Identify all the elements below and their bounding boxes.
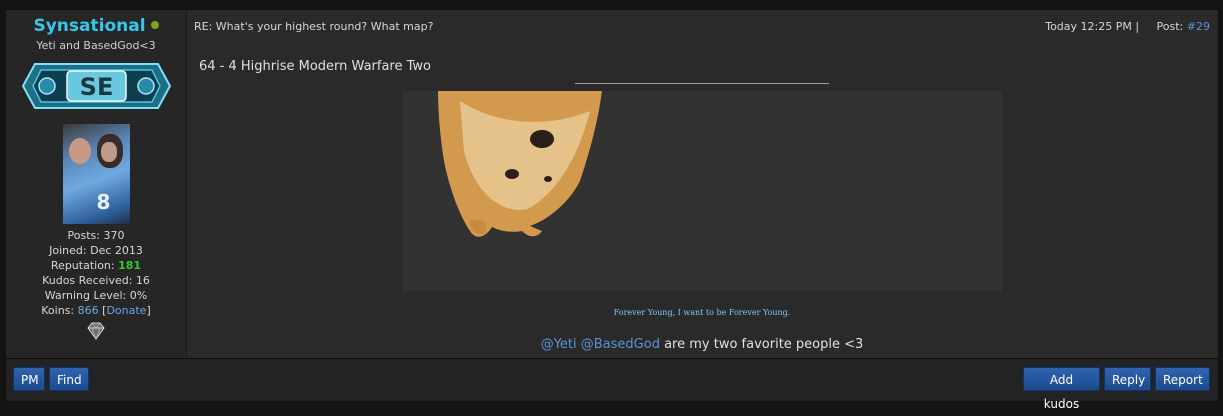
find-button[interactable]: Find xyxy=(49,367,89,391)
stat-kudos: Kudos Received: 16 xyxy=(42,274,150,287)
post-footer: PM Find Add kudos Reply Report xyxy=(6,358,1218,411)
post-date: Today 12:25 PM xyxy=(1045,20,1132,33)
stat-warning: Warning Level: 0% xyxy=(44,289,148,302)
forum-post: Synsational Yeti and BasedGod<3 SE 8 Pos… xyxy=(5,9,1219,411)
pm-button[interactable]: PM xyxy=(13,367,45,391)
post-meta: Today 12:25 PM | Post: #29 xyxy=(1045,20,1210,33)
mention-line: @Yeti @BasedGod are my two favorite peop… xyxy=(402,337,1002,352)
online-status-icon xyxy=(150,21,159,29)
kudos-count: 16 xyxy=(135,274,150,287)
signature-divider xyxy=(575,83,829,84)
group-badge-icon: SE xyxy=(21,63,171,109)
mention-text: are my two favorite people <3 xyxy=(664,337,864,352)
signature-image xyxy=(402,91,1002,291)
user-title: Yeti and BasedGod<3 xyxy=(36,39,156,52)
stat-koins: Koins: 866 [Donate] xyxy=(41,304,151,317)
avatar[interactable]: 8 xyxy=(62,124,130,224)
joined-date: Dec 2013 xyxy=(90,244,143,257)
reply-button[interactable]: Reply xyxy=(1104,367,1151,391)
mention-basedgod-link[interactable]: @BasedGod xyxy=(581,337,660,352)
username-row: Synsational xyxy=(6,16,186,38)
diamond-icon xyxy=(87,322,105,341)
report-button[interactable]: Report xyxy=(1155,367,1210,391)
username-link[interactable]: Synsational xyxy=(33,16,145,36)
user-stats: Posts: 370 Joined: Dec 2013 Reputation: … xyxy=(6,228,186,318)
stat-posts: Posts: 370 xyxy=(67,229,125,242)
reputation-value[interactable]: 181 xyxy=(118,259,141,272)
koins-value[interactable]: 866 xyxy=(78,304,99,317)
post-content: RE: What's your highest round? What map?… xyxy=(187,10,1218,358)
donate-link[interactable]: Donate xyxy=(106,304,146,317)
add-kudos-button[interactable]: Add kudos xyxy=(1023,367,1100,411)
stat-joined: Joined: Dec 2013 xyxy=(49,244,143,257)
signature-text: Forever Young, I want to be Forever Youn… xyxy=(613,308,791,317)
mention-yeti-link[interactable]: @Yeti xyxy=(541,337,577,352)
posts-count: 370 xyxy=(103,229,125,242)
badge-text: SE xyxy=(79,73,113,101)
post-message: 64 - 4 Highrise Modern Warfare Two xyxy=(199,59,431,74)
warning-level: 0% xyxy=(129,289,148,302)
post-label: Post: xyxy=(1156,20,1184,33)
author-panel: Synsational Yeti and BasedGod<3 SE 8 Pos… xyxy=(6,10,187,358)
post-subject: RE: What's your highest round? What map? xyxy=(194,20,434,33)
post-number-link[interactable]: #29 xyxy=(1187,20,1210,33)
stat-reputation: Reputation: 181 xyxy=(50,259,142,272)
